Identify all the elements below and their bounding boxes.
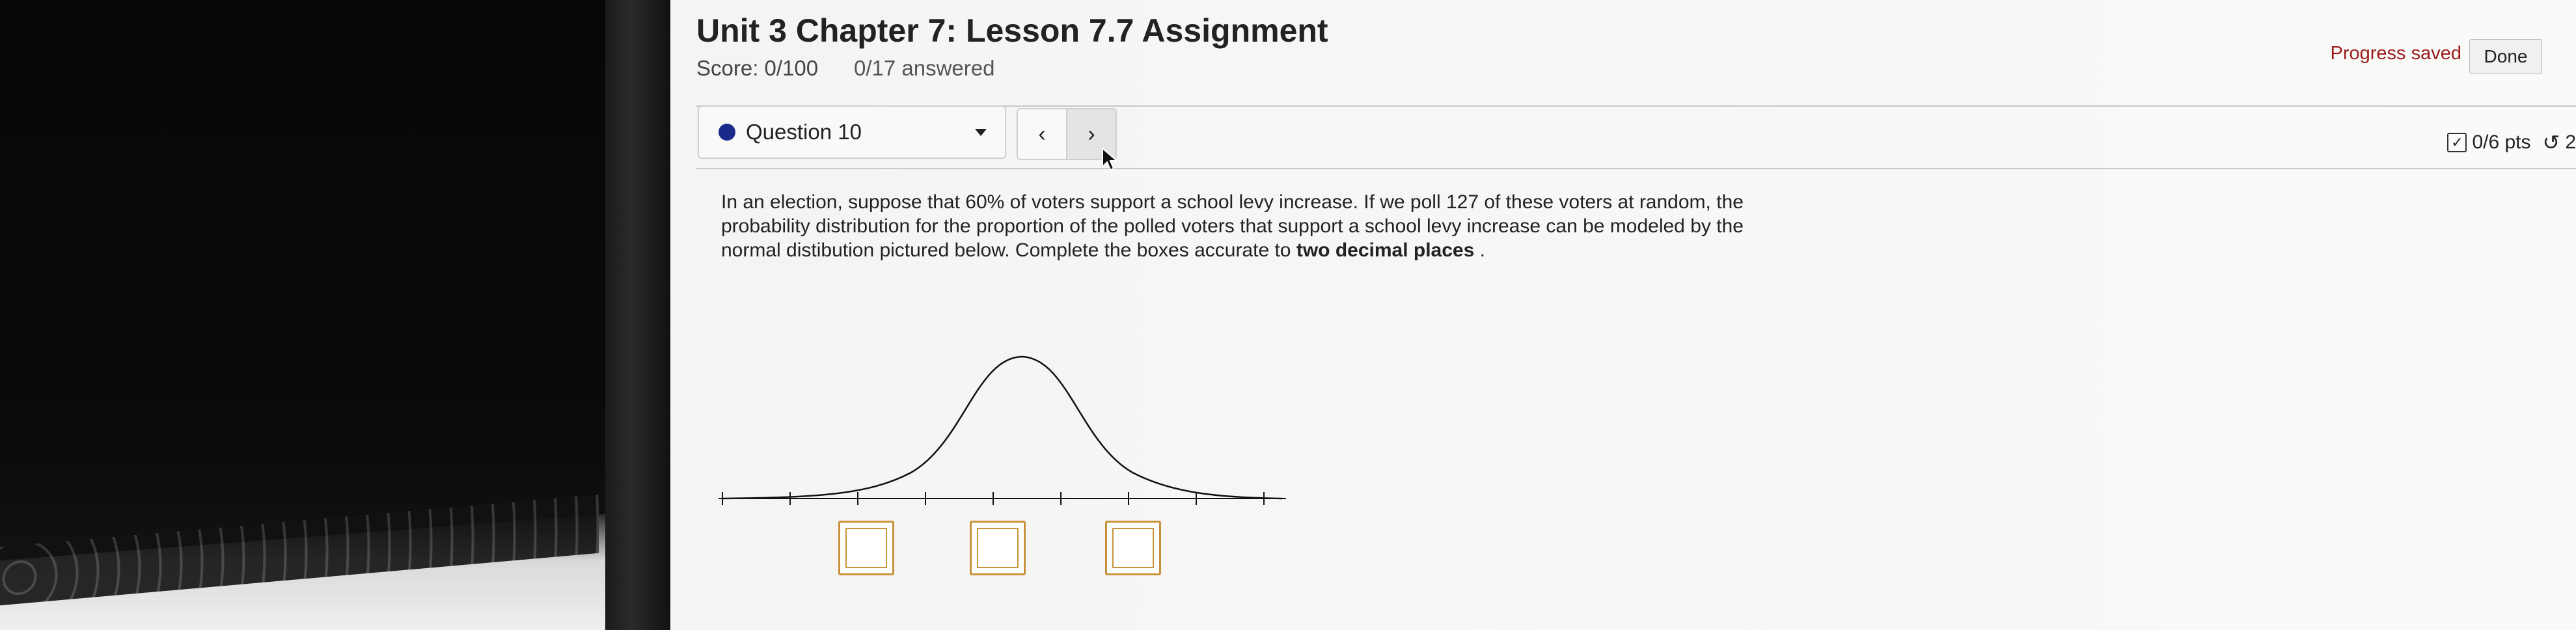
- question-prompt-text: In an election, suppose that 60% of vote…: [721, 191, 1744, 261]
- checkbox-icon: ✓: [2447, 133, 2467, 152]
- points-indicator: ✓ 0/6 pts ↺ 2: [2447, 130, 2576, 155]
- answer-box-right[interactable]: [1105, 521, 1161, 575]
- points-text: 0/6 pts: [2472, 131, 2531, 153]
- question-prompt-emphasis: two decimal places: [1296, 240, 1475, 261]
- assignment-title: Unit 3 Chapter 7: Lesson 7.7 Assignment: [696, 12, 1328, 49]
- score-text: Score: 0/100: [696, 56, 819, 80]
- question-prompt: In an election, suppose that 60% of vote…: [721, 190, 1782, 262]
- chevron-right-icon: ›: [1088, 121, 1095, 146]
- previous-question-button[interactable]: ‹: [1018, 109, 1066, 159]
- question-prompt-end: .: [1474, 240, 1485, 261]
- done-button[interactable]: Done: [2469, 39, 2542, 74]
- answer-box-center[interactable]: [970, 521, 1026, 575]
- attempts-count: 2: [2565, 131, 2576, 153]
- question-divider: [696, 168, 2576, 169]
- assignment-screen: Unit 3 Chapter 7: Lesson 7.7 Assignment …: [670, 0, 2576, 630]
- answered-count: 0/17 answered: [854, 56, 995, 80]
- question-status-dot-icon: [719, 124, 735, 141]
- chevron-left-icon: ‹: [1038, 121, 1046, 146]
- monitor-bezel: [605, 0, 670, 630]
- answer-box-left[interactable]: [838, 521, 894, 575]
- chevron-down-icon: [975, 128, 987, 136]
- progress-status: Progress saved: [2330, 43, 2462, 64]
- mouse-cursor-icon: [1102, 147, 1119, 171]
- question-selector-label: Question 10: [746, 120, 862, 144]
- normal-curve: [722, 355, 1283, 500]
- retry-icon[interactable]: ↺: [2543, 130, 2560, 155]
- question-selector[interactable]: Question 10: [698, 105, 1006, 159]
